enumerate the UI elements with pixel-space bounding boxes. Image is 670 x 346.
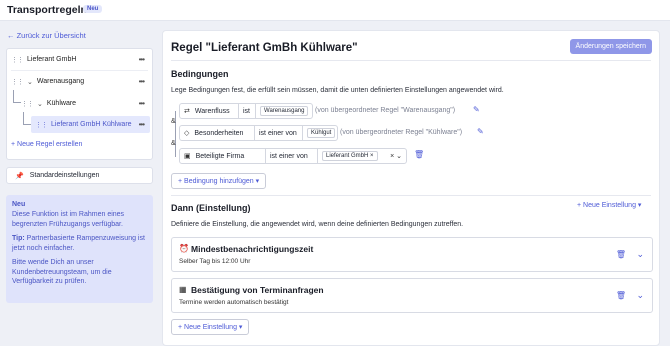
chevron-down-icon[interactable]: ⌄ <box>636 290 644 301</box>
building-icon: ▣ <box>184 153 191 160</box>
info-contact: Bitte wende Dich an unser Kundenbetreuun… <box>12 259 112 286</box>
new-setting-button[interactable]: + Neue Einstellung ▾ <box>577 201 641 209</box>
calendar-check-icon: ▦ <box>179 285 187 294</box>
company-select[interactable]: Lieferant GmbH × × ⌄ <box>318 149 406 163</box>
conditions-description: Lege Bedingungen fest, die erfüllt sein … <box>171 87 504 94</box>
edit-icon[interactable]: ✎ <box>473 105 480 114</box>
page-title: Transportregeln <box>7 4 87 16</box>
add-condition-button[interactable]: + Bedingung hinzufügen ▾ <box>171 173 267 189</box>
condition-operator: ist <box>239 104 256 118</box>
more-options-icon[interactable]: ••• <box>139 99 145 108</box>
new-rule-button[interactable]: + Neue Regel erstellen <box>11 141 82 148</box>
conditions-heading: Bedingungen <box>171 69 229 79</box>
condition-operator: ist einer von <box>266 149 318 163</box>
condition-row: ▣ Beteiligte Firma ist einer von Lieferan… <box>179 148 407 164</box>
chevron-down-icon[interactable]: ⌄ <box>37 100 43 108</box>
company-chip: Lieferant GmbH × <box>322 151 378 161</box>
drag-handle-icon[interactable]: ⋮⋮ <box>11 56 24 64</box>
delete-setting-icon[interactable]: 🗑 <box>616 291 626 300</box>
setting-card[interactable]: ▦ Bestätigung von Terminanfragen Termine… <box>171 278 653 313</box>
setting-subtitle: Selber Tag bis 12:00 Uhr <box>179 258 251 265</box>
divider <box>171 195 651 196</box>
condition-row: ◇ Besonderheiten ist einer von Kühlgut <box>179 125 338 141</box>
and-label: & <box>171 118 176 125</box>
drag-handle-icon[interactable]: ⋮⋮ <box>11 78 24 86</box>
condition-value: Kühlgut <box>307 128 336 138</box>
more-options-icon[interactable]: ••• <box>139 77 145 86</box>
tree-connector <box>23 112 31 125</box>
new-badge: Neu <box>83 5 103 13</box>
condition-operator: ist einer von <box>255 126 303 140</box>
standard-settings-item[interactable]: 📌 Standardeinstellungen <box>6 167 153 184</box>
delete-condition-icon[interactable]: 🗑 <box>414 150 424 159</box>
save-changes-button[interactable]: Änderungen speichern <box>569 39 652 54</box>
delete-setting-icon[interactable]: 🗑 <box>616 250 626 259</box>
more-options-icon[interactable]: ••• <box>139 120 145 129</box>
tree-connector <box>13 90 21 103</box>
more-options-icon[interactable]: ••• <box>139 55 145 64</box>
edit-icon[interactable]: ✎ <box>477 127 484 136</box>
settings-description: Definiere die Einstellung, die angewende… <box>171 221 464 228</box>
pin-icon: 📌 <box>15 172 24 180</box>
chevron-down-icon[interactable]: ⌄ <box>27 78 33 86</box>
inherited-note: (von übergeordneter Regel "Kühlware") <box>340 129 463 136</box>
tree-item-lieferant-gmbh-kuehlware[interactable]: ⋮⋮ Lieferant GmbH Kühlware ••• <box>31 116 150 133</box>
tree-item-kuehlware[interactable]: ⋮⋮ ⌄ Kühlware ••• <box>21 95 150 112</box>
setting-title: Bestätigung von Terminanfragen <box>191 285 324 295</box>
back-to-overview-link[interactable]: ← Zurück zur Übersicht <box>7 31 86 40</box>
swap-arrows-icon: ⇄ <box>184 108 190 115</box>
tree-item-lieferant-gmbh[interactable]: ⋮⋮ Lieferant GmbH ••• <box>11 51 150 68</box>
and-label: & <box>171 140 176 147</box>
tree-item-warenausgang[interactable]: ⋮⋮ ⌄ Warenausgang ••• <box>11 73 150 90</box>
info-tip: Tip: Partnerbasierte Rampenzuweisung ist… <box>12 235 145 252</box>
rule-editor-panel: Regel "Lieferant GmBh Kühlware" Änderung… <box>162 30 660 346</box>
drag-handle-icon[interactable]: ⋮⋮ <box>35 121 48 129</box>
rule-tree: ⋮⋮ Lieferant GmbH ••• ⋮⋮ ⌄ Warenausgang … <box>6 48 153 160</box>
settings-heading: Dann (Einstellung) <box>171 203 251 213</box>
chevron-down-icon[interactable]: ⌄ <box>636 249 644 260</box>
info-box: Neu Diese Funktion ist im Rahmen eines b… <box>6 195 153 303</box>
arrow-left-icon: ← <box>7 31 15 40</box>
info-text: Diese Funktion ist im Rahmen eines begre… <box>12 211 125 228</box>
setting-title: Mindestbenachrichtigungszeit <box>191 244 314 254</box>
inherited-note: (von übergeordneter Regel "Warenausgang"… <box>315 107 456 114</box>
condition-value: Warenausgang <box>260 106 309 116</box>
setting-card[interactable]: ⏰ Mindestbenachrichtigungszeit Selber Ta… <box>171 237 653 272</box>
condition-row: ⇄ Warenfluss ist Warenausgang <box>179 103 313 119</box>
clear-and-dropdown-icon[interactable]: × ⌄ <box>390 152 402 160</box>
top-bar: Transportregeln Neu <box>0 0 670 21</box>
add-setting-button[interactable]: + Neue Einstellung ▾ <box>171 319 250 335</box>
remove-chip-icon[interactable]: × <box>370 153 374 159</box>
tag-icon: ◇ <box>184 130 190 137</box>
alarm-clock-icon: ⏰ <box>179 244 189 253</box>
divider <box>171 60 651 61</box>
info-title: Neu <box>12 201 26 208</box>
drag-handle-icon[interactable]: ⋮⋮ <box>21 100 34 108</box>
rule-title: Regel "Lieferant GmBh Kühlware" <box>171 42 358 54</box>
divider <box>11 70 148 71</box>
setting-subtitle: Termine werden automatisch bestätigt <box>179 299 289 306</box>
